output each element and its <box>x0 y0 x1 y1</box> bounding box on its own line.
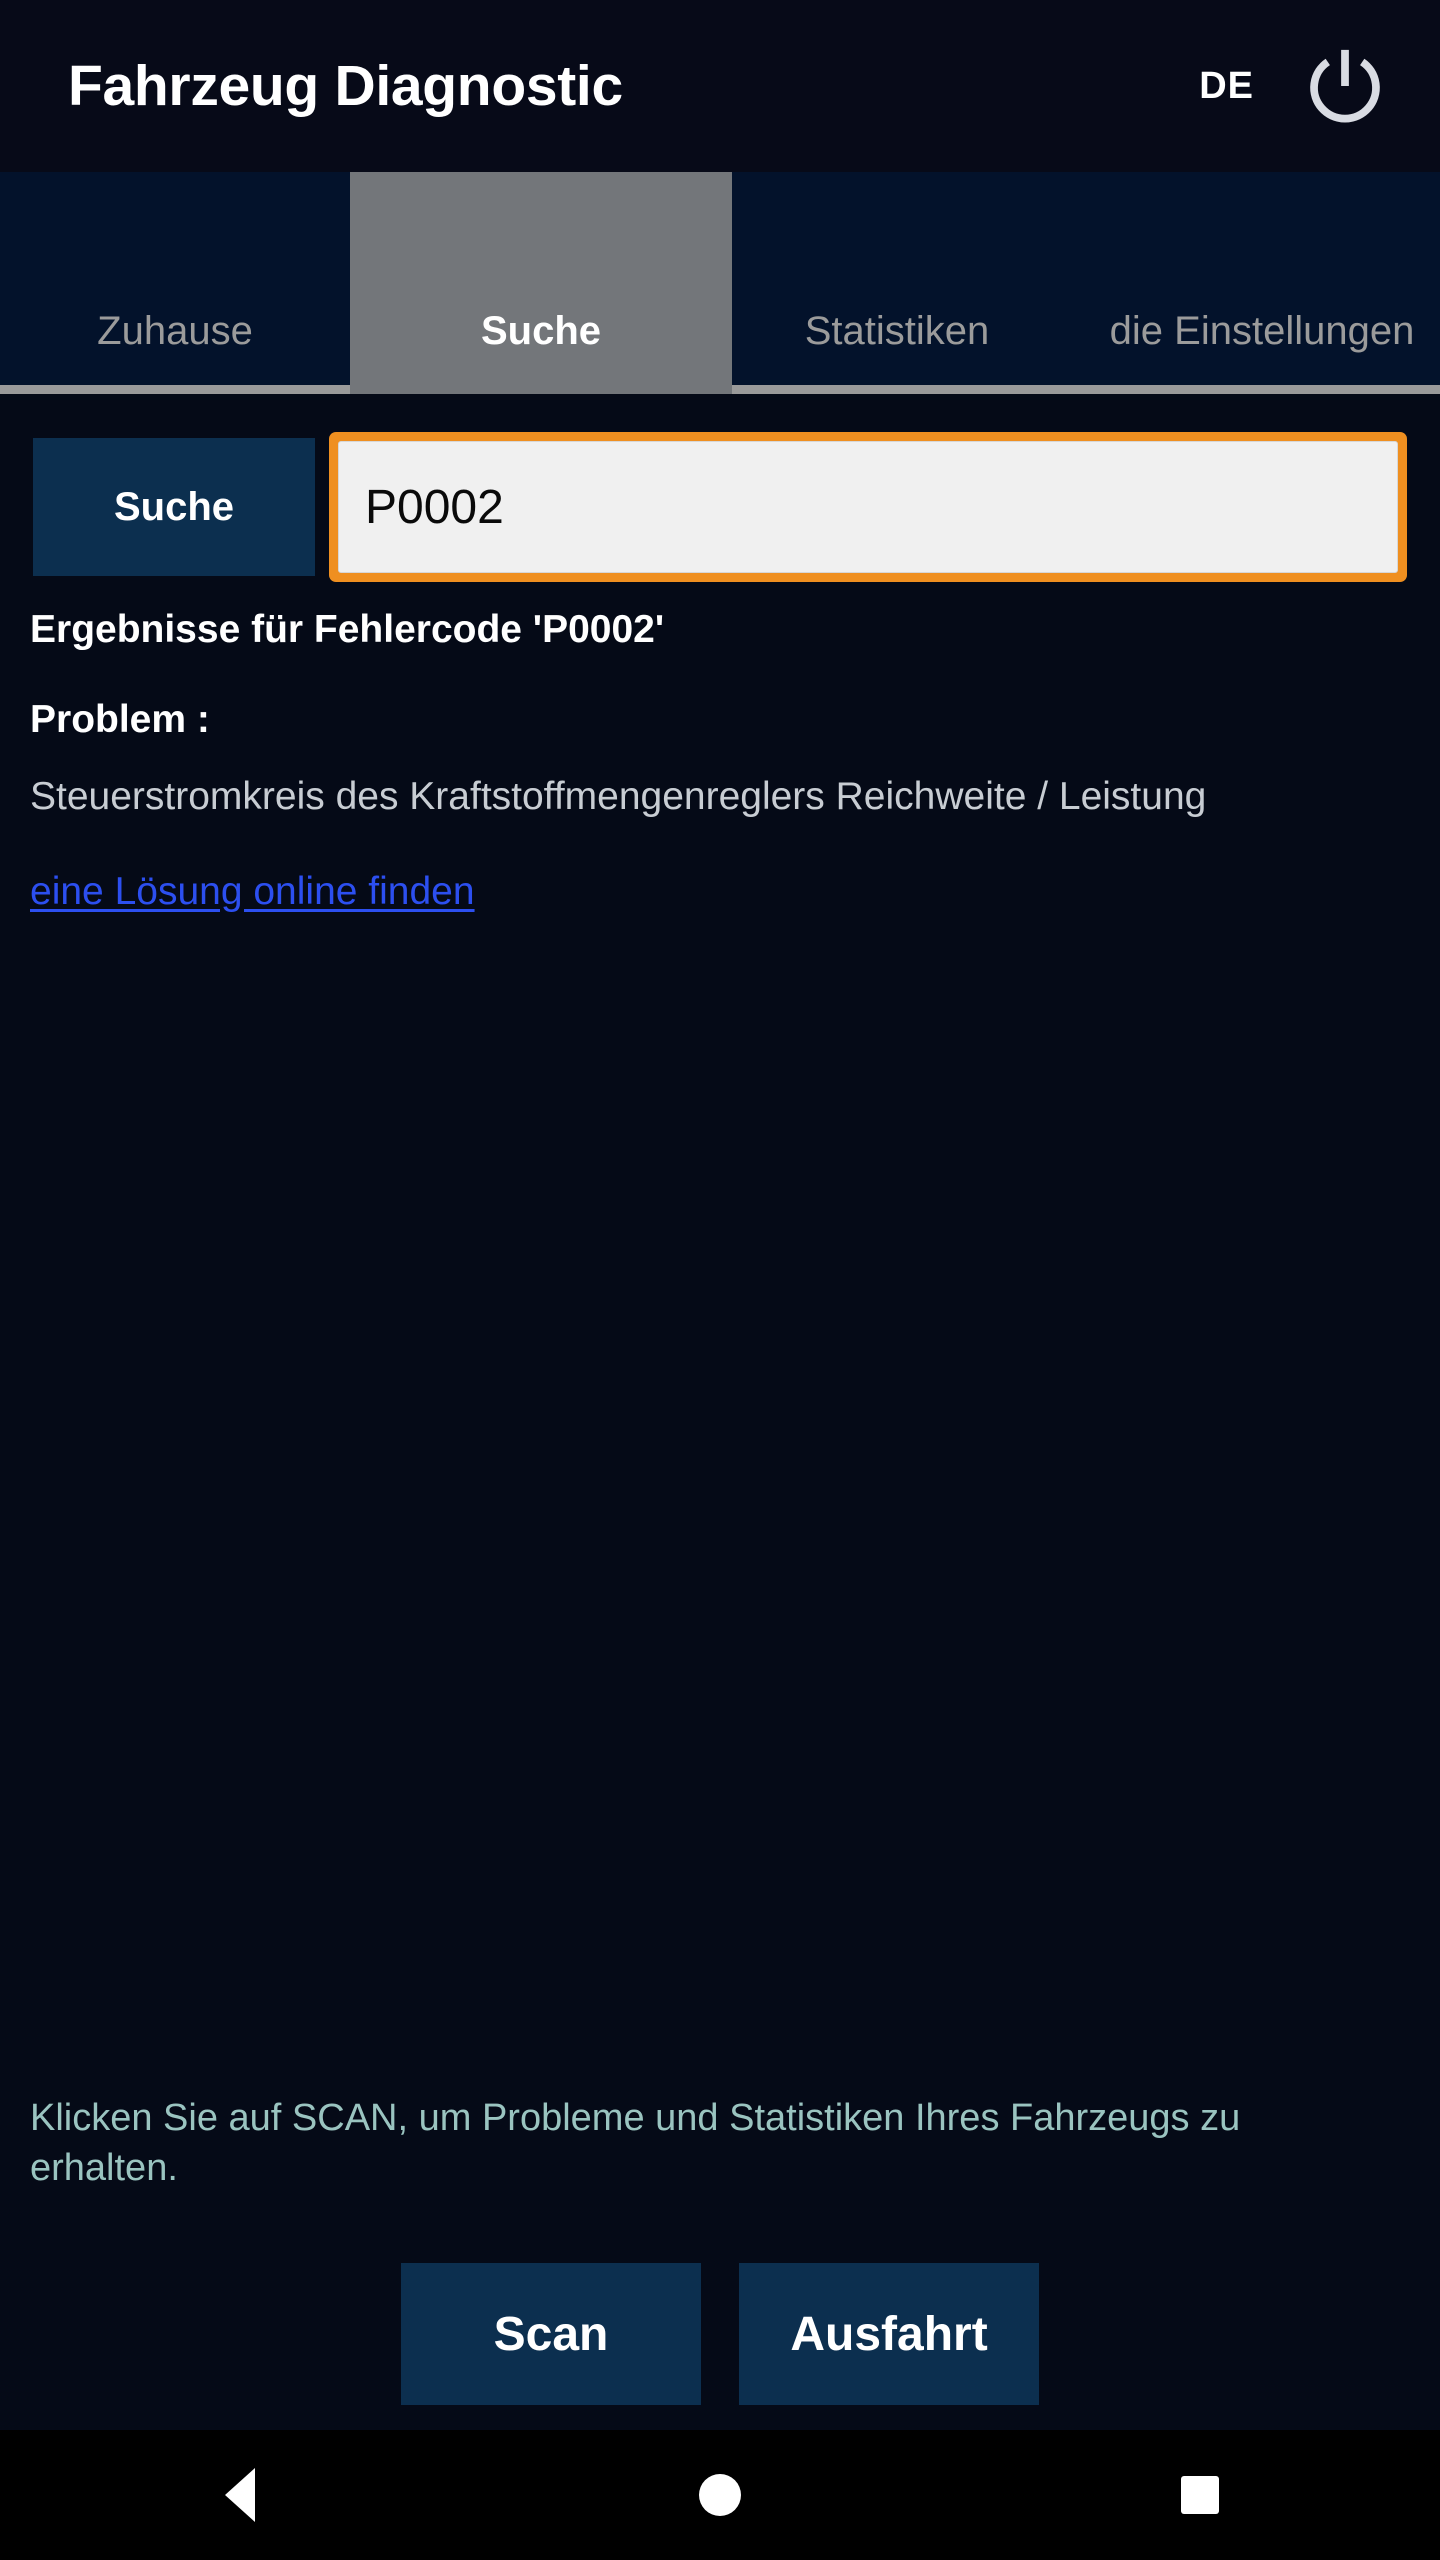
tab-bar: Zuhause Suche Statistiken die Einstellun… <box>0 172 1440 394</box>
back-icon <box>225 2468 255 2522</box>
tab-zuhause[interactable]: Zuhause <box>0 172 350 394</box>
exit-button[interactable]: Ausfahrt <box>739 2263 1039 2405</box>
power-icon[interactable] <box>1302 43 1388 129</box>
nav-recents-button[interactable] <box>960 2430 1440 2560</box>
tab-statistiken[interactable]: Statistiken <box>732 172 1062 394</box>
search-button[interactable]: Suche <box>33 438 315 576</box>
search-row: Suche <box>0 394 1440 582</box>
search-input-frame <box>329 432 1407 582</box>
results-heading: Ergebnisse für Fehlercode 'P0002' <box>30 608 665 651</box>
tab-suche[interactable]: Suche <box>350 172 732 394</box>
tab-einstellungen-label: die Einstellungen <box>1109 309 1415 353</box>
tab-zuhause-label: Zuhause <box>97 309 253 353</box>
scan-button[interactable]: Scan <box>401 2263 701 2405</box>
search-input[interactable] <box>338 441 1398 573</box>
language-selector[interactable]: DE <box>1199 65 1254 108</box>
problem-label: Problem : <box>30 698 210 741</box>
tab-suche-label: Suche <box>480 309 602 353</box>
recents-icon <box>1181 2476 1219 2514</box>
scan-hint-text: Klicken Sie auf SCAN, um Probleme und St… <box>30 2096 1241 2189</box>
home-icon <box>699 2474 741 2516</box>
nav-back-button[interactable] <box>0 2430 480 2560</box>
problem-description: Steuerstromkreis des Kraftstoffmengenreg… <box>30 775 1207 818</box>
find-solution-link[interactable]: eine Lösung online finden <box>30 870 475 914</box>
android-navigation-bar <box>0 2430 1440 2560</box>
results-section: Ergebnisse für Fehlercode 'P0002' Proble… <box>0 582 1440 914</box>
app-root: Fahrzeug Diagnostic DE Zuhause Suche Sta… <box>0 0 1440 2560</box>
app-header: Fahrzeug Diagnostic DE <box>0 0 1440 172</box>
nav-home-button[interactable] <box>480 2430 960 2560</box>
tab-einstellungen[interactable]: die Einstellungen <box>1062 172 1440 394</box>
tab-statistiken-label: Statistiken <box>804 309 990 353</box>
page-title: Fahrzeug Diagnostic <box>68 54 623 118</box>
